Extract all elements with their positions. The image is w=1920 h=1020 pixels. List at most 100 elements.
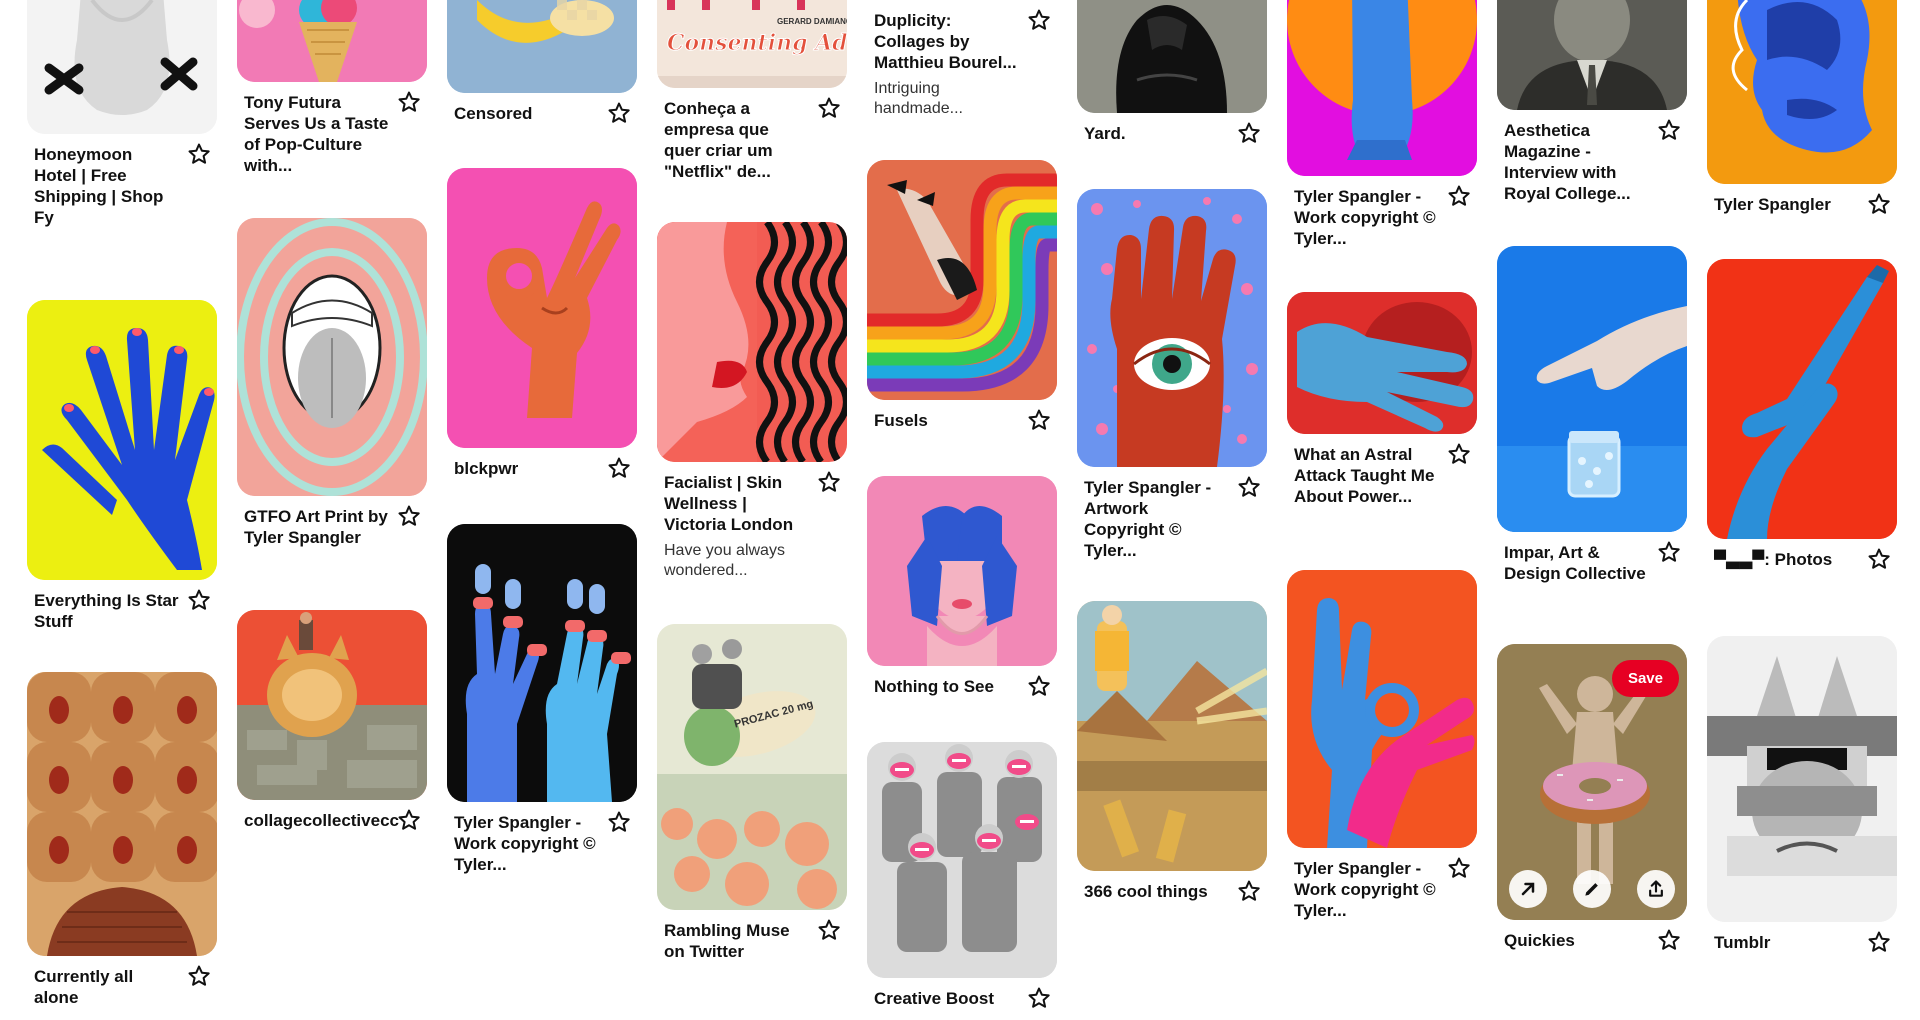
pin-card[interactable]: Honeymoon Hotel | Free Shipping | Shop F…	[27, 0, 217, 228]
star-outline-icon[interactable]	[1027, 674, 1051, 698]
pin-image[interactable]	[447, 168, 637, 448]
star-outline-icon[interactable]	[607, 810, 631, 834]
star-outline-icon[interactable]	[1027, 986, 1051, 1010]
star-outline-icon[interactable]	[1447, 856, 1471, 880]
pin-title[interactable]: What an Astral Attack Taught Me About Po…	[1294, 444, 1439, 507]
pin-card[interactable]: GERARD DAMIANO Consenting Adults Conheça…	[657, 0, 847, 182]
pin-title[interactable]: Conheça a empresa que quer criar um "Net…	[664, 98, 809, 182]
star-outline-icon[interactable]	[397, 504, 421, 528]
pin-card[interactable]: Tyler Spangler - Work copyright © Tyler.…	[447, 524, 637, 875]
pin-title[interactable]: Fusels	[874, 410, 1019, 431]
pin-title[interactable]: Tony Futura Serves Us a Taste of Pop-Cul…	[244, 92, 389, 176]
share-icon[interactable]	[1637, 870, 1675, 908]
pin-image[interactable]	[1287, 292, 1477, 434]
star-outline-icon[interactable]	[1657, 540, 1681, 564]
pin-image[interactable]	[447, 0, 637, 93]
star-outline-icon[interactable]	[1447, 442, 1471, 466]
pin-card[interactable]: Duplicity: Collages by Matthieu Bourel..…	[867, 0, 1057, 119]
pin-card[interactable]: Creative Boost	[867, 742, 1057, 1009]
pin-image[interactable]	[1077, 0, 1267, 113]
star-outline-icon[interactable]	[1237, 475, 1261, 499]
pin-image[interactable]	[1707, 0, 1897, 184]
pin-card[interactable]: blckpwr	[447, 168, 637, 479]
pin-card[interactable]: Facialist | Skin Wellness | Victoria Lon…	[657, 222, 847, 581]
star-outline-icon[interactable]	[817, 96, 841, 120]
pin-image[interactable]	[867, 742, 1057, 978]
star-outline-icon[interactable]	[607, 456, 631, 480]
star-outline-icon[interactable]	[817, 918, 841, 942]
pin-card[interactable]: Fusels	[867, 160, 1057, 431]
pin-image[interactable]	[1287, 0, 1477, 176]
pin-image[interactable]	[27, 0, 217, 134]
pin-image[interactable]	[27, 672, 217, 956]
pin-card[interactable]: Censored	[447, 0, 637, 124]
pencil-icon[interactable]	[1573, 870, 1611, 908]
pin-title[interactable]: Nothing to See	[874, 676, 1019, 697]
pin-image[interactable]	[237, 610, 427, 800]
pin-card[interactable]: Aesthetica Magazine - Interview with Roy…	[1497, 0, 1687, 204]
star-outline-icon[interactable]	[1867, 192, 1891, 216]
star-outline-icon[interactable]	[1027, 408, 1051, 432]
star-outline-icon[interactable]	[187, 142, 211, 166]
star-outline-icon[interactable]	[1657, 118, 1681, 142]
pin-image[interactable]: PROZAC 20 mg	[657, 624, 847, 910]
pin-card[interactable]: Currently all alone	[27, 672, 217, 1008]
pin-image[interactable]	[237, 0, 427, 82]
star-outline-icon[interactable]	[187, 964, 211, 988]
pin-title[interactable]: Everything Is Star Stuff	[34, 590, 179, 632]
pin-image[interactable]	[657, 222, 847, 462]
pin-image[interactable]	[447, 524, 637, 802]
pin-title[interactable]: collagecollectivecc	[244, 810, 399, 831]
pin-image[interactable]	[1287, 570, 1477, 848]
pin-image[interactable]: Save	[1497, 644, 1687, 920]
pin-card[interactable]: ▀▃▃▀: Photos	[1707, 259, 1897, 570]
pin-title[interactable]: Rambling Muse on Twitter	[664, 920, 809, 962]
pin-card[interactable]: PROZAC 20 mg Rambling Muse on Twitter	[657, 624, 847, 962]
pin-image[interactable]	[867, 476, 1057, 666]
pin-card[interactable]: GTFO Art Print by Tyler Spangler	[237, 218, 427, 548]
star-outline-icon[interactable]	[1657, 928, 1681, 952]
pin-title[interactable]: GTFO Art Print by Tyler Spangler	[244, 506, 389, 548]
pin-title[interactable]: Duplicity: Collages by Matthieu Bourel..…	[874, 10, 1019, 73]
star-outline-icon[interactable]	[1867, 930, 1891, 954]
pin-title[interactable]: Tyler Spangler - Work copyright © Tyler.…	[1294, 858, 1439, 921]
pin-card[interactable]: 366 cool things	[1077, 601, 1267, 902]
pin-title[interactable]: Facialist | Skin Wellness | Victoria Lon…	[664, 472, 809, 535]
pin-title[interactable]: Impar, Art & Design Collective	[1504, 542, 1649, 584]
pin-card[interactable]: Impar, Art & Design Collective	[1497, 246, 1687, 584]
pin-title[interactable]: Tyler Spangler - Work copyright © Tyler.…	[1294, 186, 1439, 249]
pin-image[interactable]	[1077, 601, 1267, 871]
pin-image[interactable]	[1497, 0, 1687, 110]
pin-image[interactable]	[867, 160, 1057, 400]
pin-card[interactable]: Nothing to See	[867, 476, 1057, 697]
pin-image[interactable]	[1707, 636, 1897, 922]
pin-title[interactable]: Aesthetica Magazine - Interview with Roy…	[1504, 120, 1649, 204]
save-button[interactable]: Save	[1611, 660, 1679, 697]
pin-title[interactable]: 366 cool things	[1084, 881, 1229, 902]
pin-title[interactable]: Currently all alone	[34, 966, 179, 1008]
pin-image[interactable]	[237, 218, 427, 496]
pin-title[interactable]: Tyler Spangler - Work copyright © Tyler.…	[454, 812, 599, 875]
star-outline-icon[interactable]	[397, 808, 421, 832]
pin-title[interactable]: ▀▃▃▀: Photos	[1714, 549, 1859, 570]
pin-title[interactable]: blckpwr	[454, 458, 599, 479]
pin-title[interactable]: Censored	[454, 103, 599, 124]
pin-title[interactable]: Yard.	[1084, 123, 1229, 144]
pin-card[interactable]: What an Astral Attack Taught Me About Po…	[1287, 292, 1477, 507]
star-outline-icon[interactable]	[1027, 8, 1051, 32]
star-outline-icon[interactable]	[817, 470, 841, 494]
pin-card[interactable]: Tyler Spangler	[1707, 0, 1897, 215]
pin-card[interactable]: Save Quickies	[1497, 644, 1687, 951]
pin-card[interactable]: collagecollectivecc	[237, 610, 427, 831]
pin-card[interactable]: Tyler Spangler - Work copyright © Tyler.…	[1287, 0, 1477, 249]
pin-card[interactable]: Tumblr	[1707, 636, 1897, 953]
star-outline-icon[interactable]	[1867, 547, 1891, 571]
pin-image[interactable]	[27, 300, 217, 580]
pin-title[interactable]: Tyler Spangler	[1714, 194, 1859, 215]
star-outline-icon[interactable]	[1237, 121, 1261, 145]
star-outline-icon[interactable]	[187, 588, 211, 612]
pin-title[interactable]: Tyler Spangler - Artwork Copyright © Tyl…	[1084, 477, 1229, 561]
pin-card[interactable]: Tyler Spangler - Work copyright © Tyler.…	[1287, 570, 1477, 921]
pin-title[interactable]: Tumblr	[1714, 932, 1859, 953]
pin-image[interactable]	[1707, 259, 1897, 539]
